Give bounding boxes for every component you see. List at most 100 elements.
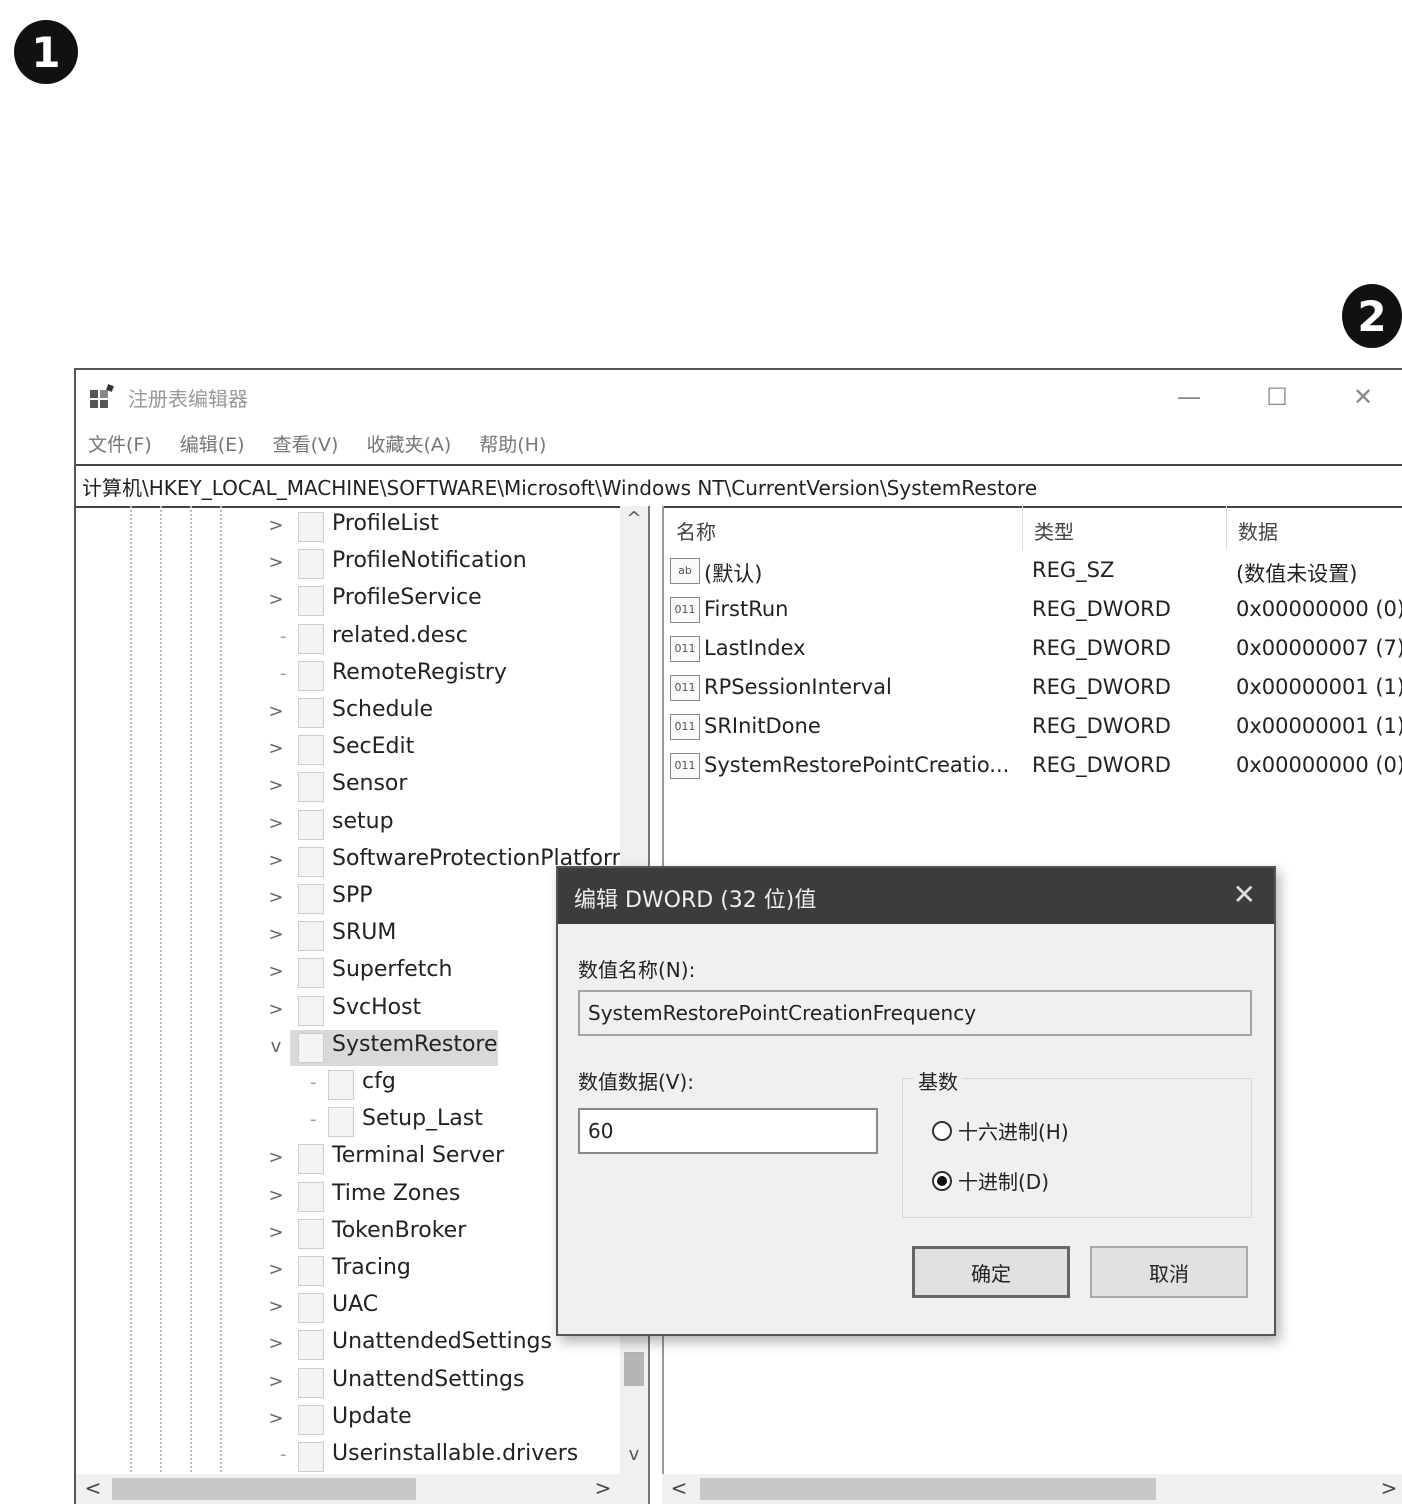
dword-value-icon: 011 [670, 753, 700, 779]
folder-icon [298, 1404, 324, 1435]
value-type: REG_DWORD [1032, 714, 1171, 738]
value-row[interactable]: 011 SRInitDone REG_DWORD 0x00000001 (1) [662, 708, 1402, 747]
folder-icon [298, 1256, 324, 1286]
tree-item[interactable]: > ProfileService [76, 582, 648, 619]
column-header-name[interactable]: 名称 [676, 516, 716, 545]
tree-connector: - [280, 662, 287, 684]
scroll-right-icon[interactable]: > [590, 1476, 616, 1502]
list-horizontal-scrollbar[interactable]: < > [662, 1474, 1402, 1504]
cancel-button[interactable]: 取消 [1090, 1246, 1248, 1298]
minimize-button[interactable]: — [1166, 378, 1212, 416]
dialog-close-icon[interactable]: ✕ [1233, 878, 1256, 911]
tree-item-label: SystemRestore [332, 1031, 498, 1057]
ok-button[interactable]: 确定 [912, 1246, 1070, 1298]
scroll-down-icon[interactable]: v [620, 1444, 648, 1472]
chevron-right-icon[interactable]: > [268, 1334, 284, 1354]
chevron-right-icon[interactable]: > [268, 1371, 284, 1392]
scroll-right-icon[interactable]: > [1376, 1476, 1402, 1502]
chevron-right-icon[interactable]: > [268, 1408, 284, 1429]
chevron-right-icon[interactable]: > [268, 888, 284, 908]
scroll-left-icon[interactable]: < [80, 1476, 106, 1502]
tree-item[interactable]: - Userinstallable.drivers [76, 1438, 648, 1475]
value-data: 0x00000007 (7) [1236, 636, 1402, 660]
value-row[interactable]: ab (默认) REG_SZ (数值未设置) [662, 552, 1402, 591]
value-row[interactable]: 011 SystemRestorePointCreatio... REG_DWO… [662, 747, 1402, 786]
scroll-thumb[interactable] [700, 1478, 1156, 1500]
hex-radio[interactable]: 十六进制(H) [932, 1116, 1069, 1145]
tree-item-label: ProfileService [332, 585, 482, 611]
value-data: 0x00000000 (0) [1236, 753, 1402, 777]
menu-help[interactable]: 帮助(H) [479, 430, 546, 457]
value-name-field[interactable]: SystemRestorePointCreationFrequency [578, 990, 1252, 1036]
chevron-right-icon[interactable]: > [268, 553, 284, 573]
chevron-right-icon[interactable]: > [268, 850, 284, 871]
menu-view[interactable]: 查看(V) [273, 430, 339, 457]
column-header-data[interactable]: 数据 [1238, 516, 1278, 545]
tree-item-label: SvcHost [332, 994, 422, 1020]
tree-item[interactable]: > SecEdit [76, 731, 648, 768]
tree-item[interactable]: > Sensor [76, 768, 648, 805]
edit-dword-dialog: 编辑 DWORD (32 位)值 ✕ 数值名称(N): SystemRestor… [556, 866, 1276, 1336]
value-row[interactable]: 011 FirstRun REG_DWORD 0x00000000 (0) [662, 591, 1402, 630]
tree-horizontal-scrollbar[interactable]: < > [76, 1474, 648, 1504]
menu-favorites[interactable]: 收藏夹(A) [366, 430, 451, 457]
value-row[interactable]: 011 RPSessionInterval REG_DWORD 0x000000… [662, 669, 1402, 708]
value-name: FirstRun [704, 597, 789, 621]
chevron-right-icon[interactable]: > [268, 739, 284, 759]
value-type: REG_DWORD [1032, 753, 1171, 777]
menu-edit[interactable]: 编辑(E) [180, 430, 245, 457]
base-group [902, 1078, 1252, 1218]
tree-item[interactable]: > setup [76, 806, 648, 843]
tree-item[interactable]: > ProfileNotification [76, 545, 648, 582]
chevron-right-icon[interactable]: > [268, 999, 284, 1020]
tree-item[interactable]: > ProfileList [76, 508, 648, 545]
chevron-right-icon[interactable]: > [268, 702, 284, 722]
folder-icon [298, 1181, 324, 1212]
tree-item-label: Setup_Last [362, 1106, 483, 1132]
tree-item[interactable]: > Update [76, 1401, 648, 1438]
tree-item[interactable]: > UnattendSettings [76, 1364, 648, 1401]
chevron-right-icon[interactable]: > [268, 925, 284, 945]
chevron-right-icon[interactable]: > [268, 1222, 284, 1243]
scroll-up-icon[interactable]: ^ [620, 508, 648, 536]
tree-item[interactable]: > Schedule [76, 694, 648, 731]
chevron-right-icon[interactable]: > [268, 1297, 284, 1317]
column-header-type[interactable]: 类型 [1034, 516, 1074, 545]
folder-icon [298, 549, 324, 580]
dialog-title: 编辑 DWORD (32 位)值 [574, 888, 817, 913]
chevron-right-icon[interactable]: > [268, 1148, 284, 1168]
address-bar[interactable]: 计算机\HKEY_LOCAL_MACHINE\SOFTWARE\Microsof… [76, 464, 1402, 508]
chevron-right-icon[interactable]: > [268, 776, 284, 796]
close-button[interactable]: ✕ [1340, 378, 1386, 416]
chevron-right-icon[interactable]: > [268, 1260, 284, 1280]
value-type: REG_SZ [1032, 558, 1115, 582]
radio-selected-icon [932, 1170, 952, 1191]
maximize-button[interactable]: ☐ [1254, 378, 1300, 416]
scroll-thumb[interactable] [624, 1352, 644, 1386]
value-name: SystemRestorePointCreatio... [704, 753, 1010, 777]
value-data: (数值未设置) [1236, 562, 1358, 586]
scroll-left-icon[interactable]: < [666, 1476, 692, 1502]
chevron-right-icon[interactable]: > [268, 962, 284, 982]
folder-icon [298, 958, 324, 989]
registry-editor-icon [90, 384, 114, 408]
chevron-right-icon[interactable]: > [268, 590, 284, 610]
tree-item-label: SRUM [332, 920, 397, 946]
chevron-right-icon[interactable]: > [268, 813, 284, 834]
chevron-right-icon[interactable]: > [268, 1185, 284, 1206]
scroll-thumb[interactable] [112, 1478, 416, 1500]
folder-icon [298, 921, 324, 952]
value-data-label: 数值数据(V): [578, 1070, 695, 1094]
folder-icon [298, 660, 324, 691]
tree-item[interactable]: - RemoteRegistry [76, 657, 648, 694]
chevron-right-icon[interactable]: > [268, 516, 284, 536]
value-data-field[interactable]: 60 [578, 1108, 878, 1154]
tree-item-label: ProfileNotification [332, 548, 527, 574]
decimal-radio[interactable]: 十进制(D) [932, 1166, 1049, 1195]
folder-icon [298, 1144, 324, 1175]
chevron-down-icon[interactable]: v [268, 1036, 284, 1057]
tree-item[interactable]: - related.desc [76, 620, 648, 657]
string-value-icon: ab [670, 558, 700, 584]
value-row[interactable]: 011 LastIndex REG_DWORD 0x00000007 (7) [662, 630, 1402, 669]
menu-file[interactable]: 文件(F) [88, 430, 152, 457]
